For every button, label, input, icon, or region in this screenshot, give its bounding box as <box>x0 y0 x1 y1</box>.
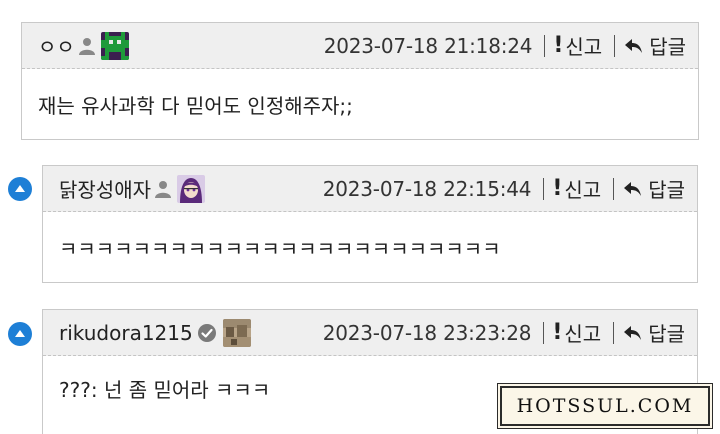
comment-text: ???: 넌 좀 믿어라 ㅋㅋㅋ <box>59 377 271 402</box>
divider <box>614 34 616 57</box>
report-label: 신고 <box>564 178 602 202</box>
comment-body: ㅋㅋㅋㅋㅋㅋㅋㅋㅋㅋㅋㅋㅋㅋㅋㅋㅋㅋㅋㅋㅋㅋㅋㅋ <box>43 212 697 282</box>
comment-body: 재는 유사과학 다 믿어도 인정해주자;; <box>22 69 698 139</box>
watermark-text: HOTSSUL.COM <box>516 395 694 417</box>
report-label: 신고 <box>565 35 603 59</box>
exclamation-icon: ! <box>552 176 563 201</box>
reply-label: 답글 <box>648 178 685 202</box>
photo-avatar <box>222 318 251 347</box>
reply-label: 답글 <box>649 35 686 59</box>
comment-timestamp: 2023-07-18 23:23:28 <box>322 320 532 345</box>
divider <box>543 177 545 200</box>
reply-arrow-icon <box>624 181 642 196</box>
divider <box>613 321 615 344</box>
exclamation-icon: ! <box>552 320 563 345</box>
reply-arrow-icon <box>625 38 643 53</box>
comment-nickname[interactable]: rikudora1215 <box>59 321 193 345</box>
comment-header: ㅇㅇ 2023-07-18 21:18:24 ! 신고 답글 <box>22 23 698 69</box>
reply-button[interactable]: 답글 <box>624 318 685 347</box>
report-label: 신고 <box>564 322 602 346</box>
reply-button[interactable]: 답글 <box>625 31 686 60</box>
divider <box>613 177 615 200</box>
comment-timestamp: 2023-07-18 21:18:24 <box>323 33 533 58</box>
reply-label: 답글 <box>648 322 685 346</box>
comment-timestamp: 2023-07-18 22:15:44 <box>322 176 532 201</box>
pixel-alien-avatar <box>100 31 129 60</box>
comment-header: 닭장성애자 2023-07-18 22:15:44 ! 신고 답글 <box>43 166 697 212</box>
report-button[interactable]: ! 신고 <box>552 174 601 203</box>
comment-header: rikudora1215 2023-07-18 23:23:28 ! 신고 답글 <box>43 310 697 356</box>
comment-nickname[interactable]: 닭장성애자 <box>59 174 151 203</box>
divider <box>543 321 545 344</box>
comment-1: ㅇㅇ 2023-07-18 21:18:24 ! 신고 답글 재는 유사과학 다… <box>21 22 699 140</box>
comment-text: ㅋㅋㅋㅋㅋㅋㅋㅋㅋㅋㅋㅋㅋㅋㅋㅋㅋㅋㅋㅋㅋㅋㅋㅋ <box>59 236 501 261</box>
user-icon <box>78 37 95 55</box>
watermark: HOTSSUL.COM <box>500 386 710 426</box>
reply-arrow-icon <box>624 325 642 340</box>
anime-girl-avatar <box>177 174 205 203</box>
reply-indicator-icon <box>8 177 32 201</box>
comment-nickname[interactable]: ㅇㅇ <box>38 31 75 60</box>
user-icon <box>155 180 171 198</box>
reply-indicator-icon <box>8 322 32 346</box>
comment-text: 재는 유사과학 다 믿어도 인정해주자;; <box>38 93 353 118</box>
report-button[interactable]: ! 신고 <box>553 31 602 60</box>
divider <box>544 34 546 57</box>
report-button[interactable]: ! 신고 <box>552 318 601 347</box>
verified-check-icon <box>197 323 216 342</box>
comment-2: 닭장성애자 2023-07-18 22:15:44 ! 신고 답글 ㅋㅋㅋㅋㅋㅋ… <box>42 165 698 283</box>
exclamation-icon: ! <box>553 33 564 58</box>
reply-button[interactable]: 답글 <box>624 174 685 203</box>
